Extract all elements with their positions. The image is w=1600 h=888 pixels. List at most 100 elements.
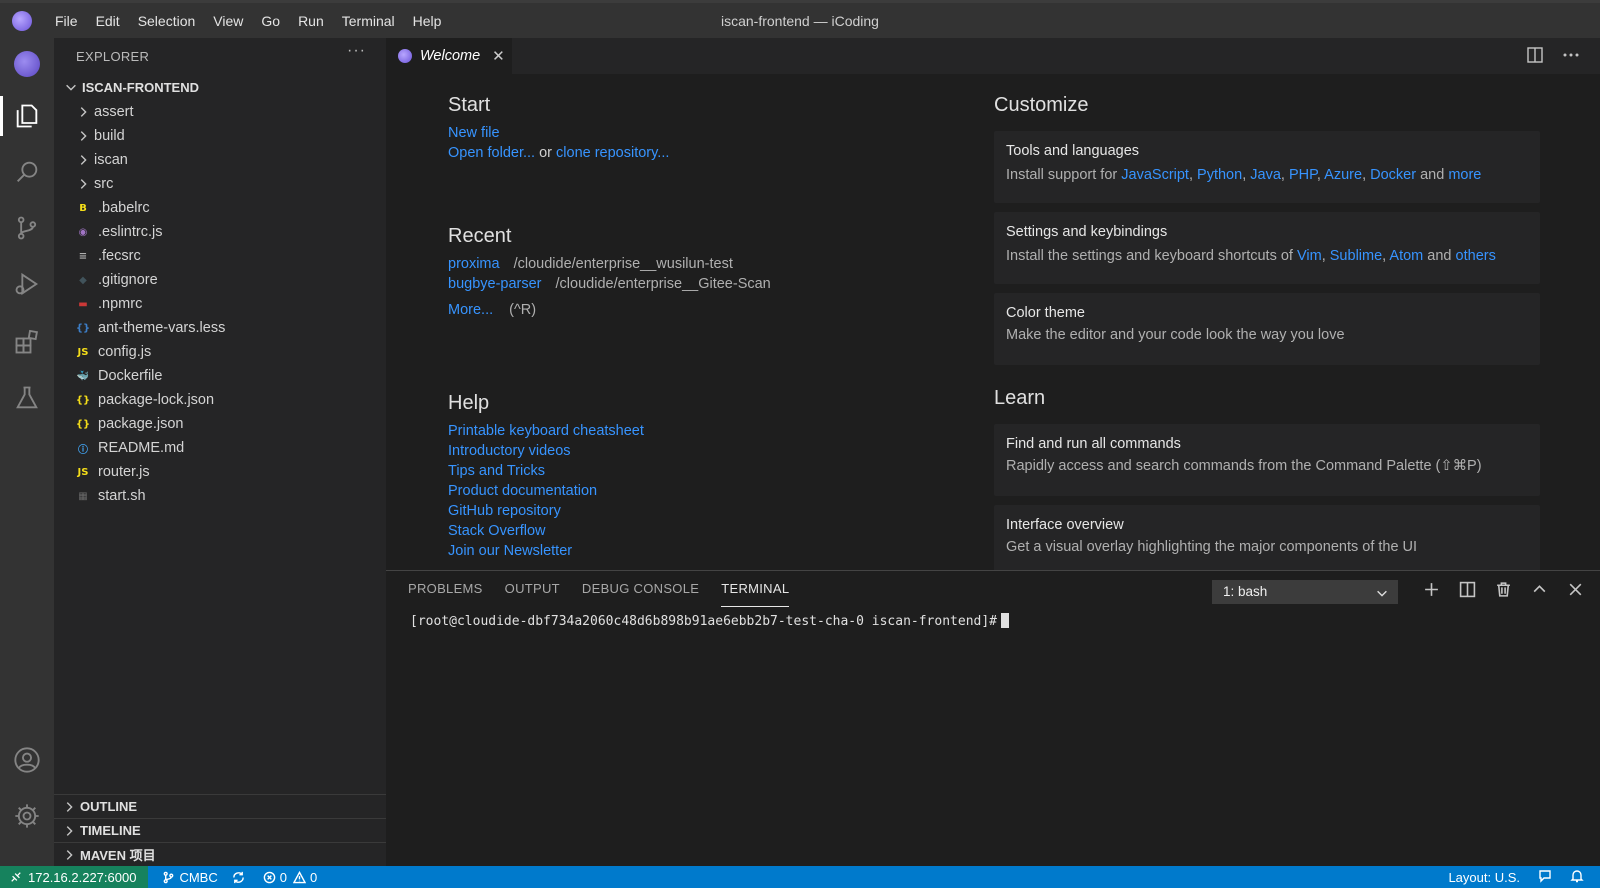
error-count: 0: [279, 869, 287, 885]
terminal-prompt-line[interactable]: [root@cloudide-dbf734a2060c48d6b898b91ae…: [410, 613, 1009, 629]
tree-file-label: README.md: [98, 440, 185, 456]
lang-php-link[interactable]: PHP: [1289, 167, 1317, 183]
tips-and-tricks-link[interactable]: Tips and Tricks: [448, 463, 545, 479]
tree-file[interactable]: JS router.js: [54, 460, 386, 484]
branch-indicator[interactable]: CMBC: [162, 870, 218, 885]
keymap-sublime-link[interactable]: Sublime: [1330, 248, 1382, 264]
tree-file[interactable]: ⓘ README.md: [54, 436, 386, 460]
more-recent-link[interactable]: More...: [448, 302, 493, 318]
keyboard-cheatsheet-link[interactable]: Printable keyboard cheatsheet: [448, 423, 644, 439]
terminal-select[interactable]: 1: bash: [1212, 580, 1398, 604]
extensions-icon[interactable]: [0, 316, 54, 368]
menu-view[interactable]: View: [204, 2, 252, 40]
new-terminal-icon[interactable]: [1422, 579, 1440, 599]
tree-file[interactable]: B .babelrc: [54, 196, 386, 220]
tree-file[interactable]: ◉ .eslintrc.js: [54, 220, 386, 244]
keyboard-layout[interactable]: Layout: U.S.: [1448, 870, 1520, 885]
customize-heading: Customize: [994, 94, 1089, 116]
recent-proxima-link[interactable]: proxima: [448, 256, 500, 272]
section-maven[interactable]: MAVEN 项目: [54, 842, 386, 866]
find-run-commands-card[interactable]: Find and run all commands Rapidly access…: [994, 424, 1540, 496]
keymap-atom-link[interactable]: Atom: [1389, 248, 1423, 264]
lang-javascript-link[interactable]: JavaScript: [1121, 167, 1189, 183]
section-outline[interactable]: OUTLINE: [54, 794, 386, 818]
menu-terminal[interactable]: Terminal: [333, 2, 404, 40]
trash-icon[interactable]: [1494, 579, 1512, 599]
close-icon[interactable]: ✕: [492, 47, 505, 65]
newsletter-link[interactable]: Join our Newsletter: [448, 543, 572, 559]
chevron-down-icon: [1375, 585, 1389, 607]
menu-file[interactable]: File: [46, 2, 87, 40]
chevron-right-icon: [76, 177, 90, 191]
tree-file[interactable]: ≡ .fecsrc: [54, 244, 386, 268]
menu-go[interactable]: Go: [252, 2, 289, 40]
menu-help[interactable]: Help: [404, 2, 451, 40]
tree-file-label: .gitignore: [98, 272, 158, 288]
open-folder-link[interactable]: Open folder...: [448, 145, 535, 161]
new-file-link[interactable]: New file: [448, 125, 500, 141]
tree-file[interactable]: {} package-lock.json: [54, 388, 386, 412]
maximize-panel-icon[interactable]: [1530, 579, 1548, 599]
tools-languages-card[interactable]: Tools and languages Install support for …: [994, 131, 1540, 203]
more-actions-icon[interactable]: ···: [347, 42, 366, 60]
settings-gear-icon[interactable]: [0, 790, 54, 842]
keymap-vim-link[interactable]: Vim: [1297, 248, 1322, 264]
split-editor-icon[interactable]: [1526, 46, 1544, 67]
menu-edit[interactable]: Edit: [87, 2, 129, 40]
tree-file[interactable]: ▬ .npmrc: [54, 292, 386, 316]
tab-output[interactable]: OUTPUT: [505, 571, 560, 607]
sync-indicator[interactable]: [232, 871, 249, 884]
close-panel-icon[interactable]: [1566, 579, 1584, 599]
recent-bugbye-parser-link[interactable]: bugbye-parser: [448, 276, 542, 292]
account-logo-icon[interactable]: [0, 38, 54, 90]
lang-more-link[interactable]: more: [1448, 167, 1481, 183]
problems-indicator[interactable]: 0 0: [263, 870, 317, 885]
source-control-icon[interactable]: [0, 202, 54, 254]
introductory-videos-link[interactable]: Introductory videos: [448, 443, 571, 459]
menu-selection[interactable]: Selection: [129, 2, 205, 40]
tree-file[interactable]: ◆ .gitignore: [54, 268, 386, 292]
color-theme-card[interactable]: Color theme Make the editor and your cod…: [994, 293, 1540, 365]
settings-keybindings-card[interactable]: Settings and keybindings Install the set…: [994, 212, 1540, 284]
tree-folder[interactable]: build: [54, 124, 386, 148]
feedback-icon[interactable]: [1538, 869, 1552, 886]
accounts-icon[interactable]: [0, 734, 54, 786]
section-timeline[interactable]: TIMELINE: [54, 818, 386, 842]
testing-flask-icon[interactable]: [0, 372, 54, 424]
tab-welcome[interactable]: Welcome ✕: [386, 38, 512, 74]
tree-file[interactable]: 🐳 Dockerfile: [54, 364, 386, 388]
tab-debug-console[interactable]: DEBUG CONSOLE: [582, 571, 699, 607]
tree-folder[interactable]: iscan: [54, 148, 386, 172]
github-repository-link[interactable]: GitHub repository: [448, 503, 561, 519]
remote-indicator[interactable]: 172.16.2.227:6000: [0, 866, 149, 888]
tree-file[interactable]: {} ant-theme-vars.less: [54, 316, 386, 340]
run-debug-icon[interactable]: [0, 258, 54, 310]
stack-overflow-link[interactable]: Stack Overflow: [448, 523, 546, 539]
tree-file-label: .babelrc: [98, 200, 150, 216]
chevron-down-icon: [64, 80, 78, 94]
menu-run[interactable]: Run: [289, 2, 333, 40]
notifications-bell-icon[interactable]: [1570, 869, 1584, 886]
product-documentation-link[interactable]: Product documentation: [448, 483, 597, 499]
lang-azure-link[interactable]: Azure: [1324, 167, 1362, 183]
interface-overview-card[interactable]: Interface overview Get a visual overlay …: [994, 505, 1540, 570]
tree-folder[interactable]: src: [54, 172, 386, 196]
search-icon[interactable]: [0, 146, 54, 198]
tree-file[interactable]: JS config.js: [54, 340, 386, 364]
tree-file[interactable]: ▦ start.sh: [54, 484, 386, 508]
keymap-others-link[interactable]: others: [1456, 248, 1496, 264]
explorer-icon[interactable]: [0, 90, 54, 142]
workspace-root[interactable]: ISCAN-FRONTEND: [54, 74, 386, 100]
lang-docker-link[interactable]: Docker: [1370, 167, 1416, 183]
tree-file[interactable]: {} package.json: [54, 412, 386, 436]
lang-java-link[interactable]: Java: [1250, 167, 1281, 183]
split-terminal-icon[interactable]: [1458, 579, 1476, 599]
lang-python-link[interactable]: Python: [1197, 167, 1242, 183]
clone-repository-link[interactable]: clone repository...: [556, 145, 669, 161]
tab-terminal[interactable]: TERMINAL: [721, 571, 790, 607]
warning-count: 0: [309, 869, 318, 885]
more-actions-icon[interactable]: [1562, 46, 1580, 67]
tab-problems[interactable]: PROBLEMS: [408, 571, 483, 607]
tree-file-label: start.sh: [98, 488, 146, 504]
tree-folder[interactable]: assert: [54, 100, 386, 124]
